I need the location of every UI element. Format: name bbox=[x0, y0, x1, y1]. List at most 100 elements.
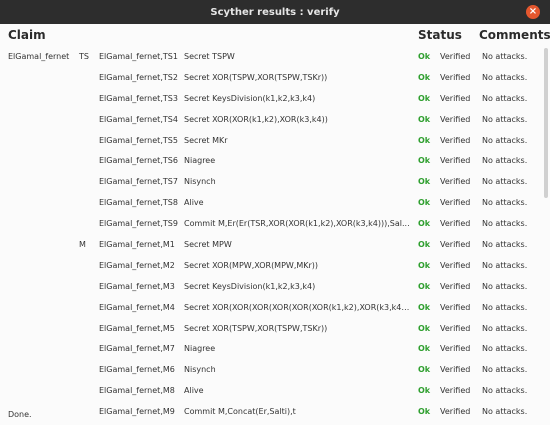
claim-id-cell: ElGamal_fernet,TS5 bbox=[99, 135, 178, 145]
claim-id-cell: ElGamal_fernet,M3 bbox=[99, 281, 175, 291]
comment-cell: No attacks. bbox=[482, 260, 528, 270]
comment-cell: No attacks. bbox=[482, 281, 528, 291]
table-row[interactable]: ElGamal_fernet,M3 Secret KeysDivision(k1,… bbox=[0, 276, 544, 297]
table-row[interactable]: ElGamal_fernet,M9 Commit M,Concat(Er,Salt… bbox=[0, 401, 544, 422]
table-row[interactable]: ElGamal_fernet,TS8 Alive Ok Verified No atta… bbox=[0, 192, 544, 213]
status-ok-cell: Ok bbox=[418, 93, 431, 103]
claim-cell: Secret XOR(XOR(XOR(XOR(XOR(XOR(k1,k2),XO… bbox=[184, 302, 410, 312]
verified-cell: Verified bbox=[440, 52, 471, 61]
claim-cell: Secret KeysDivision(k1,k2,k3,k4) bbox=[184, 281, 316, 291]
table-row[interactable]: ElGamal_fernet,M2 Secret XOR(MPW,XOR(MPW,… bbox=[0, 255, 544, 276]
verified-cell: Verified bbox=[440, 156, 471, 166]
table-row[interactable]: ElGamal_fernet,TS2 Secret XOR(TSPW,XOR(TS… bbox=[0, 67, 544, 88]
comment-cell: No attacks. bbox=[482, 135, 528, 145]
verified-cell: Verified bbox=[440, 323, 471, 333]
status-ok-cell: Ok bbox=[418, 260, 431, 270]
status-ok-cell: Ok bbox=[418, 198, 431, 208]
status-ok-cell: Ok bbox=[418, 240, 431, 250]
claim-cell: Alive bbox=[184, 386, 204, 396]
results-table: ElGamal_fernet TS ElGamal_fernet,TS1 Secret… bbox=[0, 46, 544, 422]
comment-cell: No attacks. bbox=[482, 177, 528, 187]
claim-cell: Secret TSPW bbox=[184, 52, 235, 61]
claim-header: Claim bbox=[8, 28, 46, 42]
claim-cell: Nisynch bbox=[184, 365, 216, 375]
claim-cell: Secret MPW bbox=[184, 240, 232, 250]
table-row[interactable]: ElGamal_fernet TS ElGamal_fernet,TS1 Secret… bbox=[0, 46, 544, 67]
verified-cell: Verified bbox=[440, 114, 471, 124]
vertical-scrollbar[interactable] bbox=[544, 48, 548, 198]
table-row[interactable]: ElGamal_fernet,TS4 Secret XOR(XOR(k1,k2),… bbox=[0, 109, 544, 130]
status-ok-cell: Ok bbox=[418, 323, 431, 333]
comment-cell: No attacks. bbox=[482, 198, 528, 208]
table-row[interactable]: ElGamal_fernet,TS3 Secret KeysDivision(k1… bbox=[0, 88, 544, 109]
status-text: Done. bbox=[8, 410, 32, 419]
status-ok-cell: Ok bbox=[418, 135, 431, 145]
claim-id-cell: ElGamal_fernet,TS6 bbox=[99, 156, 178, 166]
comment-cell: No attacks. bbox=[482, 386, 528, 396]
role-cell: TS bbox=[79, 52, 89, 61]
claim-cell: Secret XOR(TSPW,XOR(TSPW,TSKr)) bbox=[184, 323, 328, 333]
status-ok-cell: Ok bbox=[418, 302, 431, 312]
verified-cell: Verified bbox=[440, 365, 471, 375]
verified-cell: Verified bbox=[440, 281, 471, 291]
verified-cell: Verified bbox=[440, 72, 471, 82]
claim-cell: Secret KeysDivision(k1,k2,k3,k4) bbox=[184, 93, 316, 103]
comment-cell: No attacks. bbox=[482, 323, 528, 333]
verified-cell: Verified bbox=[440, 240, 471, 250]
results-header: Claim Status Comments bbox=[0, 24, 550, 46]
status-ok-cell: Ok bbox=[418, 281, 431, 291]
claim-id-cell: ElGamal_fernet,M9 bbox=[99, 407, 175, 417]
table-row[interactable]: ElGamal_fernet,TS5 Secret MKr Ok Verified No… bbox=[0, 130, 544, 151]
verified-cell: Verified bbox=[440, 386, 471, 396]
claim-cell: Commit M,Er(Er(TSR,XOR(XOR(k1,k2),XOR(k3… bbox=[184, 219, 410, 229]
table-row[interactable]: ElGamal_fernet,M8 Alive Ok Verified No attac… bbox=[0, 380, 544, 401]
claim-id-cell: ElGamal_fernet,TS9 bbox=[99, 219, 178, 229]
table-row[interactable]: ElGamal_fernet,M4 Secret XOR(XOR(XOR(XOR(… bbox=[0, 297, 544, 318]
claim-cell: Niagree bbox=[184, 344, 216, 354]
table-row[interactable]: ElGamal_fernet,M6 Nisynch Ok Verified No att… bbox=[0, 359, 544, 380]
verified-cell: Verified bbox=[440, 407, 471, 417]
claim-id-cell: ElGamal_fernet,M1 bbox=[99, 240, 175, 250]
table-row[interactable]: ElGamal_fernet,TS7 Nisynch Ok Verified No at… bbox=[0, 171, 544, 192]
claim-id-cell: ElGamal_fernet,M2 bbox=[99, 260, 175, 270]
claim-id-cell: ElGamal_fernet,TS4 bbox=[99, 114, 178, 124]
claim-id-cell: ElGamal_fernet,TS2 bbox=[99, 72, 178, 82]
verified-cell: Verified bbox=[440, 177, 471, 187]
claim-cell: Secret XOR(MPW,XOR(MPW,MKr)) bbox=[184, 260, 319, 270]
status-ok-cell: Ok bbox=[418, 156, 431, 166]
comment-cell: No attacks. bbox=[482, 52, 528, 61]
comment-cell: No attacks. bbox=[482, 302, 528, 312]
claim-id-cell: ElGamal_fernet,TS3 bbox=[99, 93, 178, 103]
comment-cell: No attacks. bbox=[482, 344, 528, 354]
results-window: Scyther results : verify × Claim Status … bbox=[0, 0, 550, 425]
claim-cell: Secret XOR(TSPW,XOR(TSPW,TSKr)) bbox=[184, 72, 328, 82]
close-icon[interactable]: × bbox=[526, 5, 540, 19]
comment-cell: No attacks. bbox=[482, 240, 528, 250]
status-ok-cell: Ok bbox=[418, 219, 431, 229]
status-ok-cell: Ok bbox=[418, 52, 431, 61]
comments-header: Comments bbox=[479, 28, 550, 42]
status-ok-cell: Ok bbox=[418, 386, 431, 396]
table-row[interactable]: ElGamal_fernet,TS6 Niagree Ok Verified No at… bbox=[0, 150, 544, 171]
comment-cell: No attacks. bbox=[482, 219, 528, 229]
claim-cell: Secret XOR(XOR(k1,k2),XOR(k3,k4)) bbox=[184, 114, 328, 124]
status-ok-cell: Ok bbox=[418, 344, 431, 354]
table-row[interactable]: ElGamal_fernet,TS9 Commit M,Er(Er(TSR,XOR… bbox=[0, 213, 544, 234]
table-row[interactable]: M ElGamal_fernet,M1 Secret MPW Ok Verified No… bbox=[0, 234, 544, 255]
claim-id-cell: ElGamal_fernet,M6 bbox=[99, 365, 175, 375]
claim-id-cell: ElGamal_fernet,TS7 bbox=[99, 177, 178, 187]
table-row[interactable]: ElGamal_fernet,M7 Niagree Ok Verified No att… bbox=[0, 338, 544, 359]
status-header: Status bbox=[418, 28, 462, 42]
comment-cell: No attacks. bbox=[482, 365, 528, 375]
verified-cell: Verified bbox=[440, 93, 471, 103]
comment-cell: No attacks. bbox=[482, 114, 528, 124]
verified-cell: Verified bbox=[440, 219, 471, 229]
verified-cell: Verified bbox=[440, 198, 471, 208]
status-ok-cell: Ok bbox=[418, 365, 431, 375]
status-ok-cell: Ok bbox=[418, 72, 431, 82]
claim-cell: Commit M,Concat(Er,Salti),t bbox=[184, 407, 296, 417]
verified-cell: Verified bbox=[440, 135, 471, 145]
verified-cell: Verified bbox=[440, 344, 471, 354]
window-title: Scyther results : verify bbox=[210, 6, 340, 18]
table-row[interactable]: ElGamal_fernet,M5 Secret XOR(TSPW,XOR(TSP… bbox=[0, 318, 544, 339]
